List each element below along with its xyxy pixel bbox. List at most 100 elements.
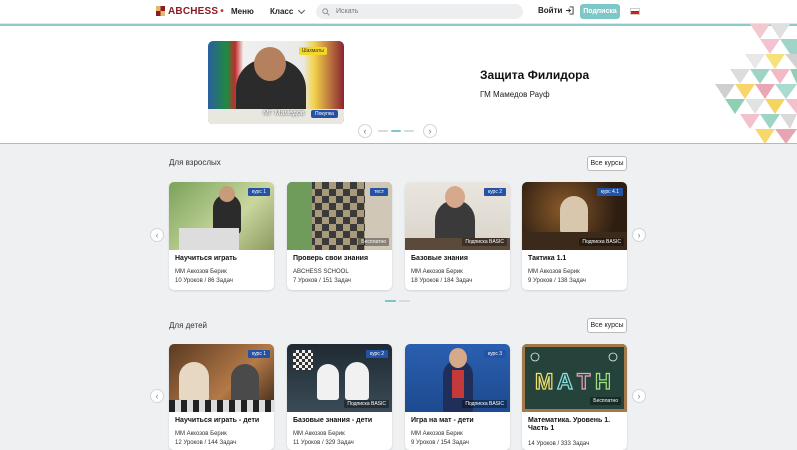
hero-author: ГМ Мамедов Рауф xyxy=(480,90,550,99)
course-author: ММ Аккозов Берик xyxy=(528,269,580,275)
course-meta: 9 Уроков / 154 Задач xyxy=(411,440,469,446)
hero-badge: Покупка xyxy=(311,110,338,118)
adults-prev-button[interactable]: ‹ xyxy=(150,228,164,242)
subscribe-button[interactable]: Подписка xyxy=(580,4,620,19)
kids-next-button[interactable]: › xyxy=(632,389,646,403)
course-tag: курс 2 xyxy=(483,188,506,196)
adults-dot-active[interactable] xyxy=(385,300,396,302)
chess-logo-icon xyxy=(156,6,165,16)
course-title: Научиться играть xyxy=(175,255,237,262)
course-title: Тактика 1.1 xyxy=(528,255,567,262)
course-meta: 18 Уроков / 184 Задач xyxy=(411,278,473,284)
course-meta: 10 Уроков / 86 Задач xyxy=(175,278,233,284)
course-title: Базовые знания xyxy=(411,255,468,262)
course-title: Базовые знания - дети xyxy=(293,417,373,424)
course-image: курс 3 Подписка BASIC xyxy=(405,344,510,412)
player-head xyxy=(254,47,286,81)
course-image: тест Бесплатно xyxy=(287,182,392,250)
logo-text: ABCHESS xyxy=(168,5,219,17)
svg-text:T: T xyxy=(577,369,591,394)
login-icon xyxy=(566,6,574,15)
chevron-right-icon: › xyxy=(428,126,432,136)
course-card[interactable]: курс 1 Научиться играть - дети ММ Аккозо… xyxy=(169,344,274,450)
kids-all-courses-button[interactable]: Все курсы xyxy=(587,318,627,333)
hero-banner: Шахматы МГ Мамедов Покупка Защита Филидо… xyxy=(0,24,797,144)
course-tag: курс 1 xyxy=(247,188,270,196)
course-card[interactable]: курс 3 Подписка BASIC Игра на мат - дети… xyxy=(405,344,510,450)
hero-image-label: МГ Мамедов xyxy=(263,110,305,117)
course-price-label: Бесплатно xyxy=(590,397,621,405)
course-image: курс 1 xyxy=(169,182,274,250)
class-dropdown[interactable]: Класс xyxy=(270,6,306,16)
adults-section-title: Для взрослых xyxy=(169,158,221,167)
course-image: курс 2 Подписка BASIC xyxy=(405,182,510,250)
adults-dot[interactable] xyxy=(399,300,410,302)
course-tag: курс 1 xyxy=(247,350,270,358)
logo-dot: • xyxy=(220,5,224,17)
hero-prev-button[interactable]: ‹ xyxy=(358,124,372,138)
logo[interactable]: ABCHESS • xyxy=(155,5,224,17)
chevron-down-icon xyxy=(298,6,306,14)
course-meta: 12 Уроков / 144 Задач xyxy=(175,440,237,446)
course-title: Игра на мат - дети xyxy=(411,417,474,424)
kids-prev-button[interactable]: ‹ xyxy=(150,389,164,403)
course-card[interactable]: курс 4.1 Подписка BASIC Тактика 1.1 ММ А… xyxy=(522,182,627,290)
course-card[interactable]: M A T H Бесплатно Математика. Уровень 1.… xyxy=(522,344,627,450)
course-title: Научиться играть - дети xyxy=(175,417,260,424)
login-label: Войти xyxy=(538,6,563,15)
course-image: M A T H Бесплатно xyxy=(522,344,627,412)
course-author: ABCHESS SCHOOL xyxy=(293,269,349,275)
course-meta: 14 Уроков / 333 Задач xyxy=(528,441,590,447)
course-title: Проверь свои знания xyxy=(293,255,369,262)
course-author: ММ Аккозов Берик xyxy=(411,269,463,275)
course-meta: 9 Уроков / 138 Задач xyxy=(528,278,586,284)
course-price-label: Подписка BASIC xyxy=(344,400,389,408)
chevron-left-icon: ‹ xyxy=(363,126,367,136)
triangle-pattern-decoration xyxy=(715,24,797,143)
menu-link[interactable]: Меню xyxy=(231,7,254,16)
course-card[interactable]: курс 2 Подписка BASIC Базовые знания - д… xyxy=(287,344,392,450)
adults-next-button[interactable]: › xyxy=(632,228,646,242)
chevron-right-icon: › xyxy=(637,391,641,401)
chevron-right-icon: › xyxy=(637,230,641,240)
course-tag: тест xyxy=(370,188,388,196)
course-author: ММ Аккозов Берик xyxy=(411,431,463,437)
course-tag: курс 4.1 xyxy=(596,188,623,196)
course-meta: 11 Уроков / 329 Задач xyxy=(293,440,354,446)
course-title: Математика. Уровень 1. Часть 1 xyxy=(528,417,611,432)
course-card[interactable]: курс 1 Научиться играть ММ Аккозов Берик… xyxy=(169,182,274,290)
course-price-label: Подписка BASIC xyxy=(462,400,507,408)
hero-pagination xyxy=(378,130,414,132)
course-image: курс 4.1 Подписка BASIC xyxy=(522,182,627,250)
login-link[interactable]: Войти xyxy=(538,6,574,15)
hero-dot[interactable] xyxy=(378,130,388,132)
course-price-label: Подписка BASIC xyxy=(579,238,624,246)
search-bar[interactable] xyxy=(316,4,523,19)
svg-text:A: A xyxy=(557,369,573,394)
chevron-left-icon: ‹ xyxy=(155,230,159,240)
search-icon xyxy=(322,7,330,16)
chevron-left-icon: ‹ xyxy=(155,391,159,401)
course-author: ММ Аккозов Берик xyxy=(175,431,227,437)
search-input[interactable] xyxy=(336,8,496,15)
hero-title[interactable]: Защита Филидора xyxy=(480,68,589,82)
course-author: ММ Аккозов Берик xyxy=(175,269,227,275)
class-label: Класс xyxy=(270,7,294,16)
course-card[interactable]: курс 2 Подписка BASIC Базовые знания ММ … xyxy=(405,182,510,290)
hero-dot-active[interactable] xyxy=(391,130,401,132)
course-tag: курс 3 xyxy=(483,350,506,358)
course-price-label: Бесплатно xyxy=(358,238,389,246)
course-card[interactable]: тест Бесплатно Проверь свои знания ABCHE… xyxy=(287,182,392,290)
adults-pagination xyxy=(385,300,410,302)
hero-next-button[interactable]: › xyxy=(423,124,437,138)
kids-section-title: Для детей xyxy=(169,321,207,330)
hero-dot[interactable] xyxy=(404,130,414,132)
course-tag: курс 2 xyxy=(365,350,388,358)
language-flag-icon[interactable] xyxy=(630,8,640,15)
svg-text:M: M xyxy=(535,369,553,394)
course-meta: 7 Уроков / 151 Задач xyxy=(293,278,351,284)
adults-all-courses-button[interactable]: Все курсы xyxy=(587,156,627,171)
hero-divider xyxy=(0,24,797,26)
top-header: ABCHESS• Меню Класс Войти Подписка xyxy=(0,0,797,24)
hero-tag: Шахматы xyxy=(299,47,327,55)
